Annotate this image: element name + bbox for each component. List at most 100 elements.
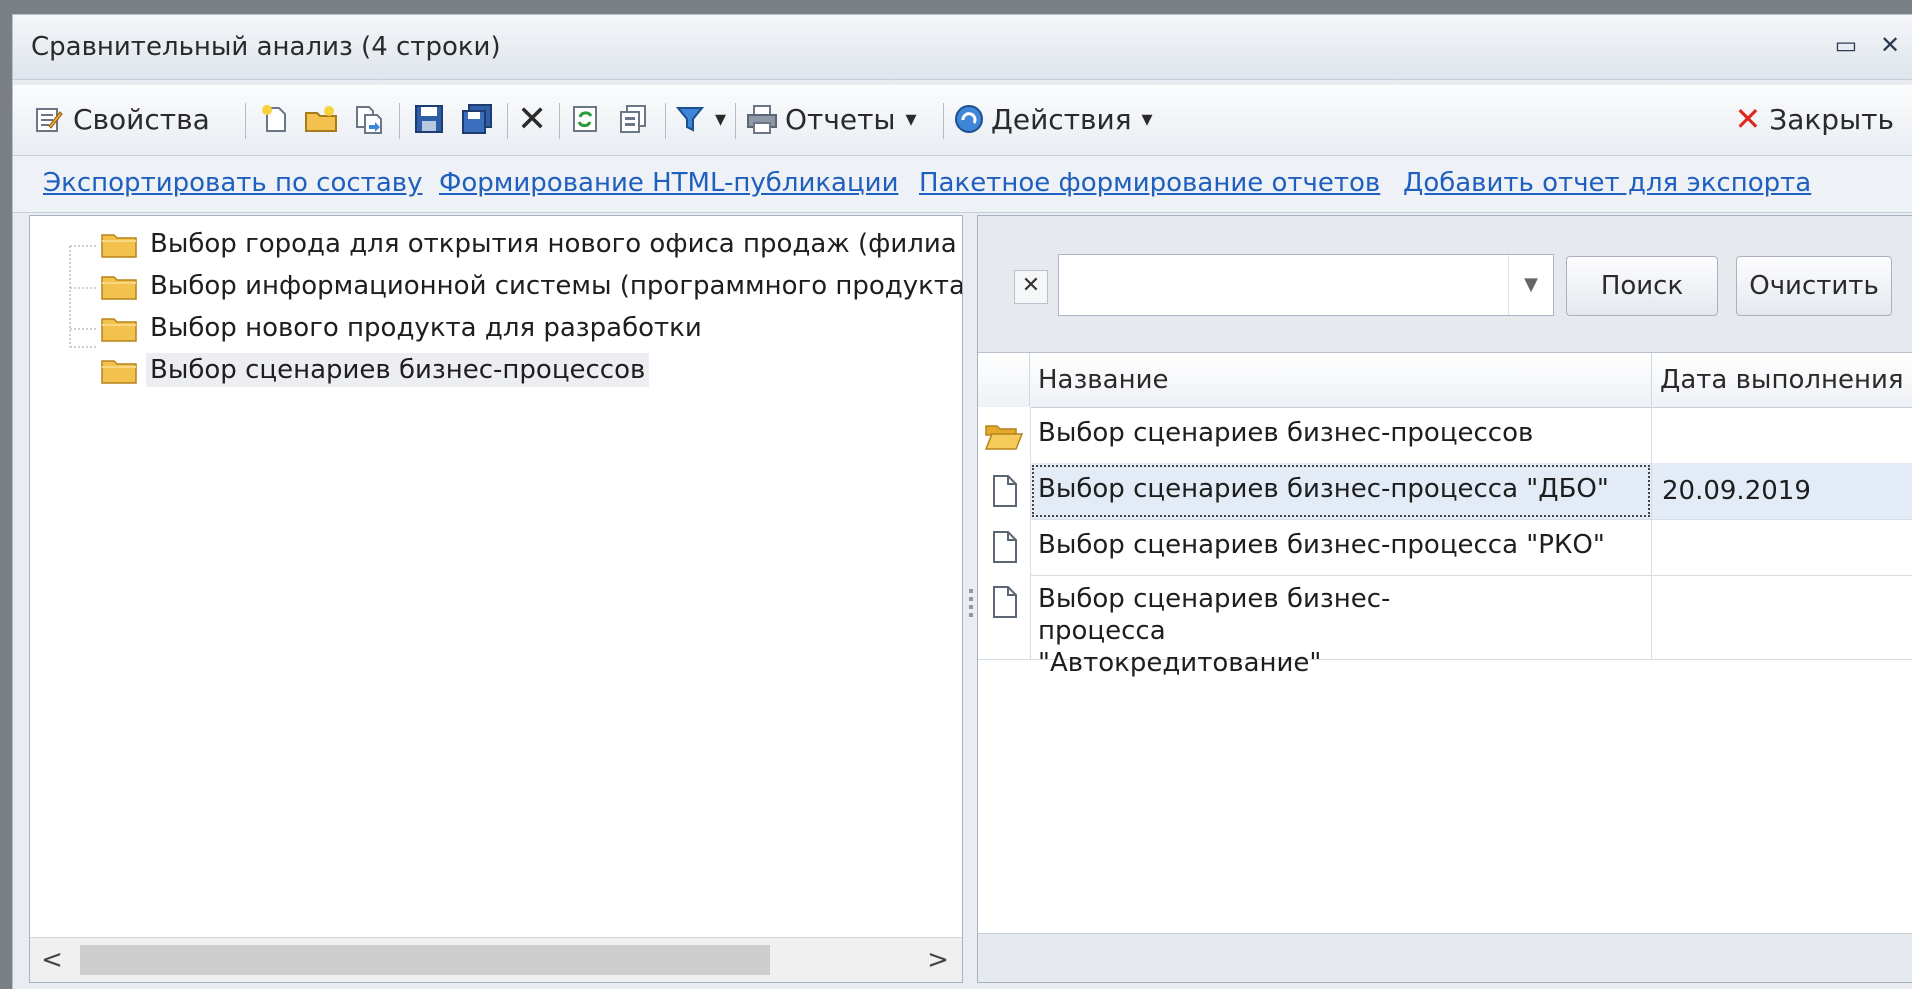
search-dropdown-icon[interactable]: ▼: [1508, 255, 1553, 315]
row-indicator: [978, 463, 1031, 519]
filter-button[interactable]: ▾: [675, 85, 726, 153]
add-export-report-link[interactable]: Добавить отчет для экспорта: [1403, 168, 1811, 198]
reports-dropdown-icon: ▾: [905, 106, 917, 132]
new-folder-icon: [305, 106, 337, 132]
printer-icon: [747, 105, 777, 134]
title-bar: Сравнительный анализ (4 строки) ▭ ✕: [13, 15, 1912, 80]
toolbar-separator: [943, 103, 944, 139]
toolbar-separator: [735, 103, 736, 139]
splitter-grip: [969, 605, 973, 609]
scroll-right-icon[interactable]: >: [920, 942, 956, 978]
refresh-icon: [573, 106, 597, 132]
save-button[interactable]: [413, 85, 445, 153]
row-date: [1652, 575, 1912, 659]
html-publication-link[interactable]: Формирование HTML-публикации: [439, 168, 898, 198]
tree-item-business-processes[interactable]: Выбор сценариев бизнес-процессов: [100, 350, 650, 390]
tree-item-label: Выбор сценариев бизнес-процессов: [146, 353, 650, 387]
column-header-name[interactable]: Название: [1030, 353, 1652, 407]
new-folder-button[interactable]: [303, 85, 339, 153]
reports-button[interactable]: Отчеты ▾: [745, 85, 917, 153]
row-date: 20.09.2019: [1662, 476, 1811, 506]
tree-item-label: Выбор информационной системы (программно…: [150, 271, 963, 301]
batch-reports-link[interactable]: Пакетное формирование отчетов: [919, 168, 1380, 198]
row-name: Выбор сценариев бизнес-процесса "Автокре…: [1030, 575, 1652, 678]
tree-item-label: Выбор нового продукта для разработки: [150, 313, 702, 343]
filter-dropdown-icon[interactable]: ▾: [715, 107, 726, 132]
folder-icon: [101, 276, 137, 300]
refresh-button[interactable]: [569, 85, 601, 153]
new-document-button[interactable]: [259, 85, 291, 153]
link-bar: Экспортировать по составу Формирование H…: [13, 155, 1912, 213]
open-folder-icon: [984, 425, 1024, 450]
row-indicator: [978, 575, 1031, 659]
table-row[interactable]: Выбор сценариев бизнес-процесса "РКО": [978, 519, 1912, 576]
table-row[interactable]: Выбор сценариев бизнес-процессов: [978, 407, 1912, 464]
new-document-icon: [262, 105, 286, 132]
toolbar-separator: [399, 103, 400, 139]
row-indicator: [978, 407, 1031, 463]
search-input[interactable]: ▼: [1058, 254, 1554, 316]
tree-item-label: Выбор города для открытия нового офиса п…: [150, 229, 957, 259]
toolbar-separator: [507, 103, 508, 139]
grid-header: Название Дата выполнения: [978, 353, 1912, 408]
window-title: Сравнительный анализ (4 строки): [31, 32, 501, 62]
properties-label: Свойства: [73, 102, 210, 136]
delete-button[interactable]: ✕: [517, 85, 547, 153]
actions-dropdown-icon: ▾: [1141, 106, 1153, 132]
close-icon: ✕: [1734, 100, 1762, 138]
folder-icon: [101, 360, 137, 384]
save-icon: [415, 105, 443, 133]
horizontal-scrollbar[interactable]: < >: [30, 937, 962, 982]
document-icon: [993, 475, 1017, 507]
copy-records-button[interactable]: [617, 85, 651, 153]
filter-icon: [675, 107, 705, 132]
copy-document-button[interactable]: [351, 85, 385, 153]
toolbar-separator: [665, 103, 666, 139]
table-row[interactable]: Выбор сценариев бизнес-процесса "Автокре…: [978, 575, 1912, 678]
table-row[interactable]: Выбор сценариев бизнес-процесса "ДБО" 20…: [978, 463, 1912, 520]
close-button[interactable]: ✕ Закрыть: [1734, 85, 1894, 153]
search-button[interactable]: Поиск: [1566, 256, 1718, 316]
row-indicator: [978, 519, 1031, 575]
document-icon: [993, 586, 1017, 618]
restore-icon[interactable]: ▭: [1830, 29, 1862, 61]
properties-icon: [36, 108, 63, 132]
actions-label: Действия: [991, 102, 1132, 136]
scrollbar-thumb[interactable]: [80, 945, 770, 975]
toolbar-separator: [559, 103, 560, 139]
row-name: Выбор сценариев бизнес-процесса "ДБО": [1030, 463, 1652, 519]
folder-icon: [101, 318, 137, 342]
row-date: [1652, 407, 1912, 463]
toolbar: Свойства ✕ ▾ Отчеты ▾ Действия ▾ ✕ Закры…: [13, 85, 1912, 153]
export-composition-link[interactable]: Экспортировать по составу: [43, 168, 422, 198]
row-name: Выбор сценариев бизнес-процессов: [1030, 407, 1652, 463]
toolbar-separator: [245, 103, 246, 139]
splitter-grip: [969, 589, 973, 593]
results-panel: ✕ ▼ Поиск Очистить Название Дата выполне…: [977, 215, 1912, 983]
scroll-left-icon[interactable]: <: [34, 942, 70, 978]
tree-item-city-office[interactable]: Выбор города для открытия нового офиса п…: [100, 224, 961, 264]
main-window: Сравнительный анализ (4 строки) ▭ ✕ Свой…: [12, 14, 1912, 989]
grid-footer: [978, 933, 1912, 982]
tree-item-new-product[interactable]: Выбор нового продукта для разработки: [100, 308, 706, 348]
splitter-grip: [969, 613, 973, 617]
column-header-date[interactable]: Дата выполнения: [1652, 353, 1912, 407]
window-close-icon[interactable]: ✕: [1874, 29, 1906, 61]
actions-button[interactable]: Действия ▾: [953, 85, 1153, 153]
grid-header-indicator: [978, 353, 1030, 407]
row-date: [1652, 519, 1912, 575]
panel-splitter[interactable]: [965, 215, 977, 983]
save-all-icon: [462, 104, 492, 134]
properties-button[interactable]: Свойства: [33, 85, 210, 153]
tree-item-information-system[interactable]: Выбор информационной системы (программно…: [100, 266, 963, 306]
clear-search-icon[interactable]: ✕: [1014, 270, 1048, 304]
document-icon: [993, 531, 1017, 563]
copy-document-icon: [356, 106, 382, 134]
save-all-button[interactable]: [459, 85, 495, 153]
clear-button[interactable]: Очистить: [1736, 256, 1892, 316]
copy-records-icon: [620, 105, 646, 133]
results-grid: Название Дата выполнения Выбор сценариев…: [978, 352, 1912, 934]
folder-icon: [101, 234, 137, 258]
splitter-grip: [969, 597, 973, 601]
search-area: ✕ ▼ Поиск Очистить: [978, 216, 1912, 352]
